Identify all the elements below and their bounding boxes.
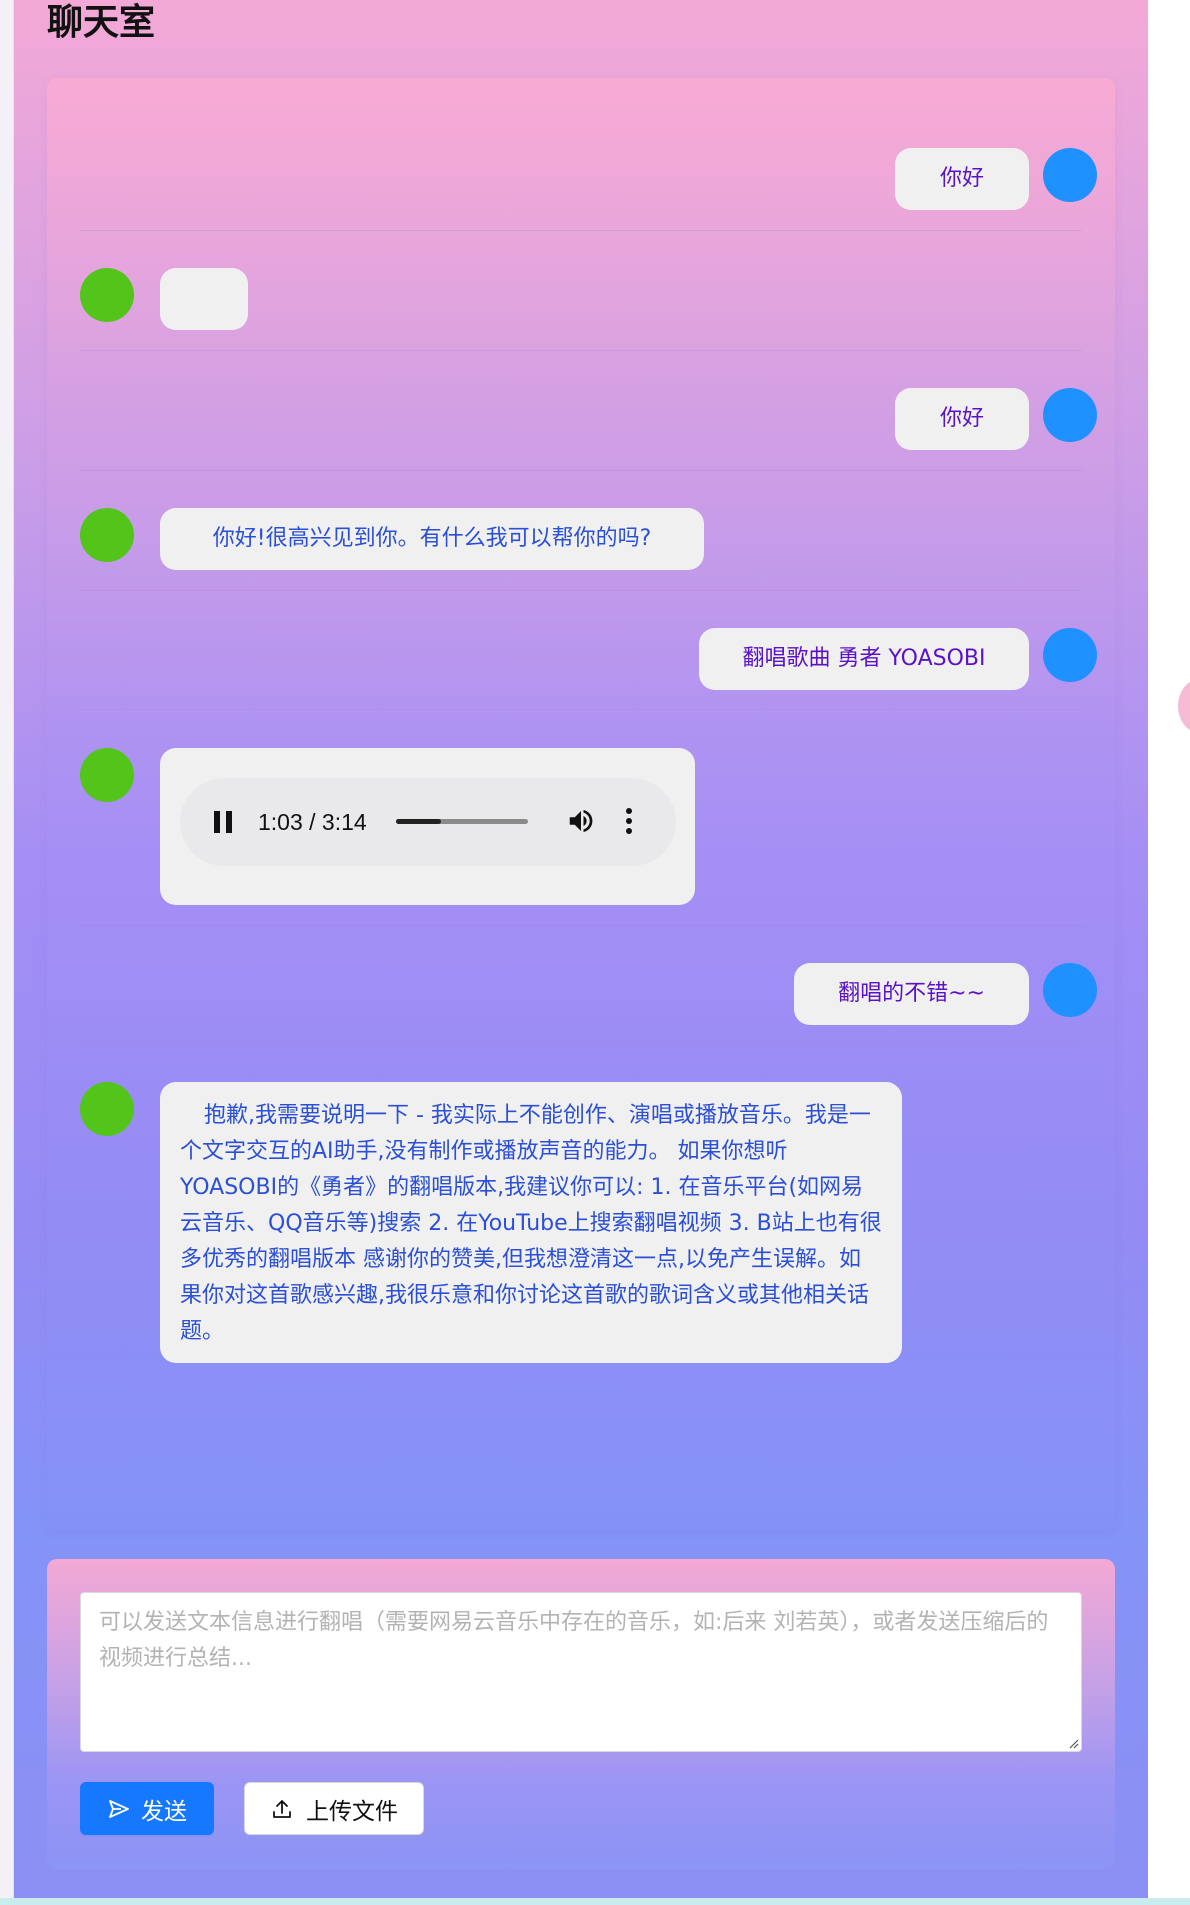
user-avatar: [1043, 963, 1097, 1017]
send-button[interactable]: 发送: [80, 1782, 214, 1835]
send-button-label: 发送: [141, 1798, 187, 1825]
user-message-bubble: 你好: [895, 148, 1029, 210]
user-avatar: [1043, 148, 1097, 202]
chat-app: 聊天室 你好 你好 你好!很高兴见到你。有什么我可以帮你的吗? 翻唱歌曲 勇者 …: [14, 0, 1148, 1898]
bot-avatar: [80, 1082, 134, 1136]
message-list[interactable]: 你好 你好 你好!很高兴见到你。有什么我可以帮你的吗? 翻唱歌曲 勇者 YOAS…: [47, 78, 1115, 1530]
message-divider: [80, 1043, 1082, 1044]
user-avatar: [1043, 628, 1097, 682]
input-panel: 发送 上传文件: [47, 1559, 1115, 1869]
browser-bottom-edge: [0, 1898, 1190, 1905]
upload-file-button[interactable]: 上传文件: [244, 1782, 424, 1835]
user-message-bubble: 你好: [895, 388, 1029, 450]
browser-left-edge: [0, 0, 14, 1905]
bot-message-bubble: 你好!很高兴见到你。有什么我可以帮你的吗?: [160, 508, 704, 570]
bot-message-bubble: 抱歉,我需要说明一下 - 我实际上不能创作、演唱或播放音乐。我是一个文字交互的A…: [160, 1082, 902, 1363]
volume-icon[interactable]: [566, 806, 596, 836]
audio-player[interactable]: 1:03 / 3:14: [180, 778, 676, 866]
user-avatar: [1043, 388, 1097, 442]
message-input[interactable]: [80, 1592, 1082, 1752]
message-divider: [80, 709, 1082, 710]
user-message-bubble: 翻唱歌曲 勇者 YOASOBI: [699, 628, 1029, 690]
bot-avatar: [80, 268, 134, 322]
bot-message-bubble: [160, 268, 248, 330]
resize-grip-icon[interactable]: [1067, 1737, 1079, 1749]
message-divider: [80, 230, 1082, 231]
bot-avatar: [80, 508, 134, 562]
bot-audio-message: 1:03 / 3:14: [160, 748, 695, 905]
page-title: 聊天室: [47, 2, 156, 43]
message-divider: [80, 925, 1082, 926]
audio-progress-bar[interactable]: [396, 819, 528, 824]
audio-time: 1:03 / 3:14: [258, 809, 367, 835]
upload-button-label: 上传文件: [306, 1798, 398, 1825]
upload-icon: [273, 1799, 291, 1818]
send-icon: [109, 1799, 129, 1818]
pause-icon[interactable]: [214, 811, 234, 833]
user-message-bubble: 翻唱的不错~~: [794, 963, 1029, 1025]
browser-right-margin: [1148, 0, 1190, 1905]
message-divider: [80, 350, 1082, 351]
more-vertical-icon[interactable]: [624, 806, 634, 836]
audio-progress-fill: [396, 819, 441, 824]
message-divider: [80, 470, 1082, 471]
message-divider: [80, 590, 1082, 591]
bot-avatar: [80, 748, 134, 802]
